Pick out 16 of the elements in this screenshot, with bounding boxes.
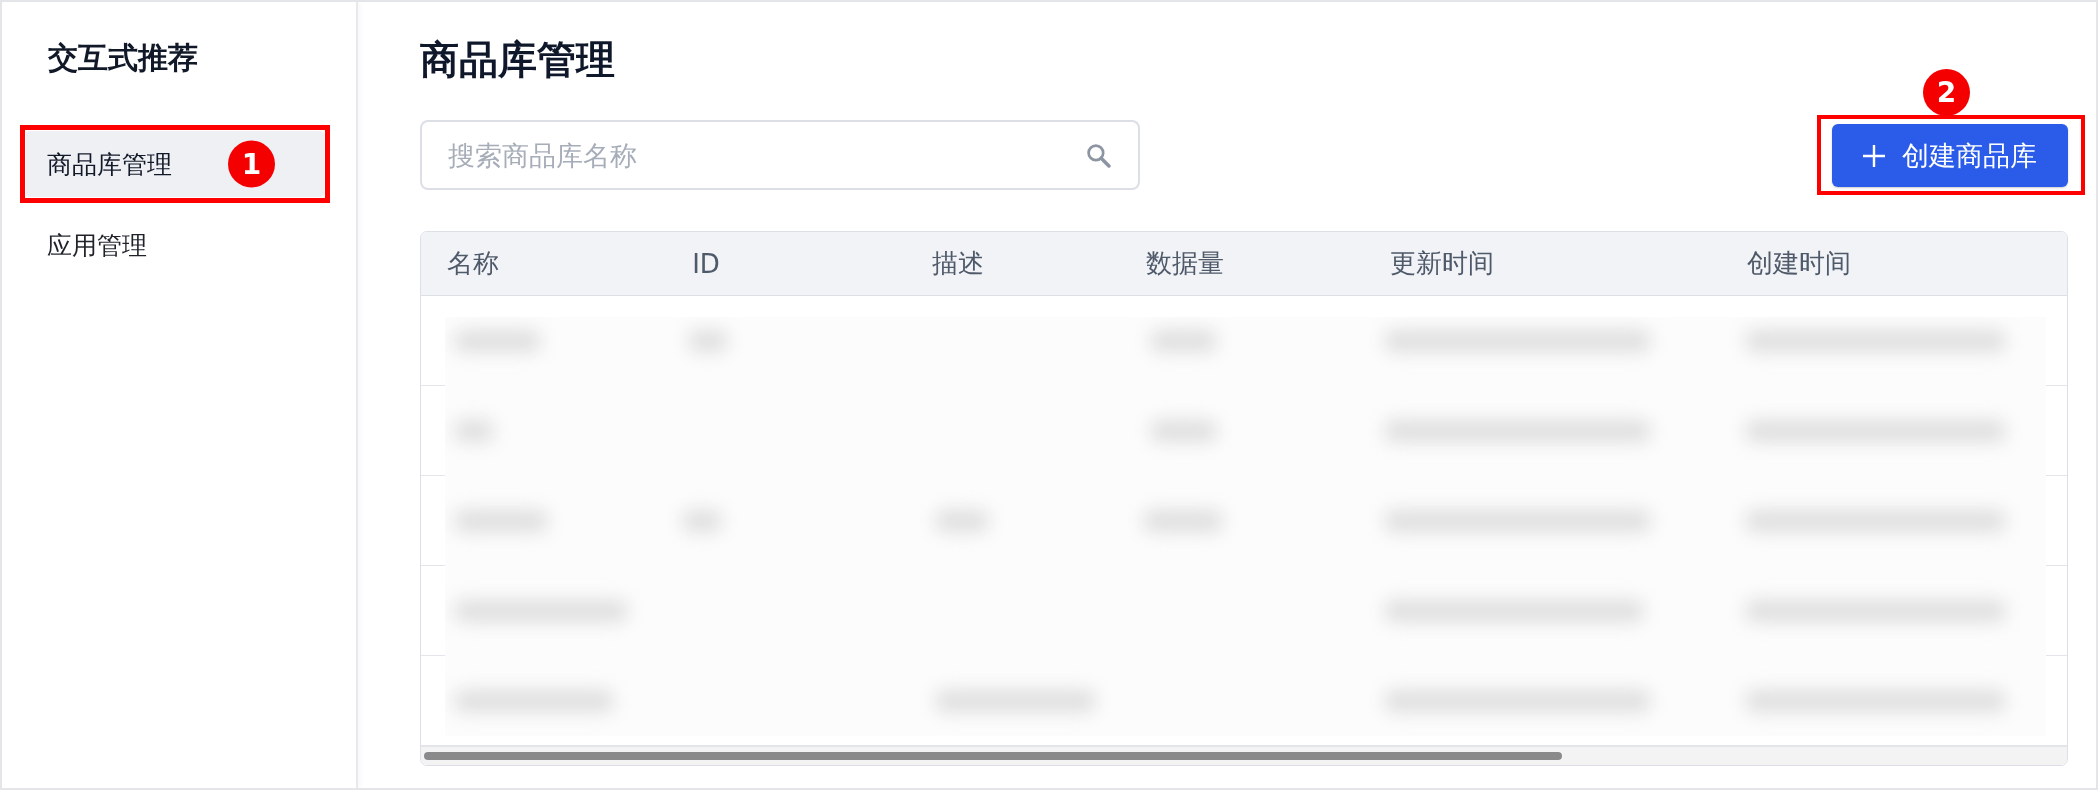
- horizontal-scrollbar[interactable]: [421, 746, 2067, 765]
- column-header: 描述: [932, 248, 985, 278]
- sidebar-item[interactable]: 应用管理: [26, 212, 168, 278]
- search-field[interactable]: 搜索商品库名称: [420, 120, 1140, 190]
- page-title: 商品库管理: [420, 36, 615, 84]
- step-badge: 2: [1923, 69, 1970, 116]
- column-header: 创建时间: [1746, 248, 1851, 278]
- plus-icon: [1862, 143, 1886, 168]
- sidebar-title: 交互式推荐: [48, 39, 198, 77]
- create-button[interactable]: 创建商品库: [1832, 124, 2068, 187]
- column-header: ID: [692, 248, 720, 279]
- scrollbar-thumb[interactable]: [424, 752, 1562, 760]
- column-header: 更新时间: [1389, 248, 1494, 278]
- column-header: 名称: [447, 248, 499, 278]
- search-icon[interactable]: [1086, 143, 1111, 168]
- column-header: 数据量: [1146, 248, 1225, 278]
